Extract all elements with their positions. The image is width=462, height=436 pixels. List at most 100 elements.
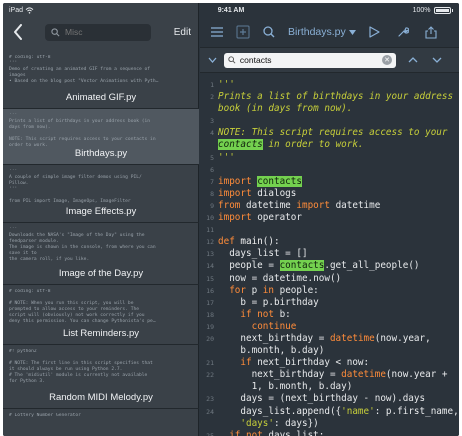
code-token: b: (279, 308, 291, 320)
find-input[interactable] (239, 55, 379, 65)
line-number: 20 (206, 334, 214, 343)
share-button[interactable] (420, 21, 442, 43)
line-number: 2 (210, 93, 214, 102)
code-text: people = contacts.get_all_people() (217, 260, 420, 272)
search-button[interactable] (258, 21, 280, 43)
line-number (200, 139, 217, 151)
find-bar: ✕ (200, 47, 459, 73)
code-text: import contacts (217, 175, 302, 188)
file-list-item[interactable]: # Lottery Number Generator (3, 409, 199, 436)
code-token: from (218, 199, 246, 211)
line-number: 15 (206, 274, 214, 283)
add-file-button[interactable] (232, 21, 254, 43)
code-line: 1, b.month, b.day) (200, 381, 459, 393)
file-search-box[interactable] (45, 23, 151, 41)
file-list-item[interactable]: ''' A couple of simple image filter demo… (3, 165, 199, 223)
file-list-item[interactable]: #! python2 # NOTE: The first line in thi… (3, 345, 199, 409)
code-token: (now.year, (374, 332, 431, 344)
code-text: book (in days from now). (217, 103, 352, 115)
line-number: 9 (210, 201, 214, 210)
code-text: ''' (217, 152, 235, 164)
code-line: 15 now = datetime.now() (200, 273, 459, 285)
code-line: 18 if not b: (200, 309, 459, 321)
code-text: if not days_list: (217, 430, 324, 436)
code-token: people: (279, 284, 319, 296)
code-token: next_birthday = (218, 332, 330, 344)
code-text: if not b: (217, 308, 291, 321)
line-number: 17 (206, 298, 214, 307)
file-preview-text: ''' A couple of simple image filter demo… (9, 169, 142, 204)
code-token: days_list.append({ (218, 405, 342, 417)
code-line: 24 days_list.append({'name': p.first_nam… (200, 406, 459, 418)
search-icon (228, 56, 236, 64)
code-token: book (in days from now). (218, 103, 353, 115)
file-preview-text: # coding: utf-8 # NOTE: When you run thi… (9, 289, 156, 324)
code-token: def (218, 236, 241, 248)
code-token: 'days' (240, 417, 274, 429)
code-token: : days}) (273, 417, 319, 429)
file-list-item[interactable]: # coding: utf-8 # NOTE: When you run thi… (3, 285, 199, 345)
tools-button[interactable] (392, 21, 414, 43)
status-bar: iPad 9:41 AM 100% (3, 3, 459, 17)
file-list-item[interactable]: ''' Prints a list of birthdays in your a… (3, 109, 199, 165)
code-line: 6 (200, 164, 459, 176)
menu-button[interactable] (206, 21, 228, 43)
code-token: import (218, 187, 258, 199)
code-line: 11 (200, 224, 459, 236)
file-list-item[interactable]: # coding: utf-8 ''' Demo of creating an … (3, 51, 199, 109)
code-text: for p in people: (217, 285, 319, 297)
code-line: b.month, b.day) (200, 345, 459, 357)
document-title[interactable]: Birthdays.py (288, 26, 356, 38)
share-icon (425, 25, 437, 39)
code-token: .get_all_people() (324, 260, 420, 272)
code-text: b = p.birthday (217, 297, 318, 309)
line-number: 18 (206, 310, 214, 319)
collapse-find-button[interactable] (206, 49, 218, 71)
chevron-up-icon[interactable] (408, 57, 418, 63)
run-button[interactable] (364, 21, 386, 43)
code-line: 13 days_list = [] (200, 248, 459, 260)
edit-button[interactable]: Edit (174, 27, 191, 38)
clear-icon[interactable]: ✕ (382, 55, 393, 65)
code-text: def main(): (217, 236, 280, 248)
code-line: 22 next_birthday = datetime(now.year + (200, 369, 459, 381)
code-token: datetime (341, 369, 386, 381)
status-right: 100% (413, 6, 453, 14)
add-file-icon (236, 25, 250, 39)
code-text: 'days': days}) (217, 417, 319, 430)
code-token: days_list: (268, 429, 325, 436)
code-token: for (229, 284, 252, 296)
code-token: (): (262, 236, 280, 248)
code-line: contacts in order to work. (200, 139, 459, 151)
file-search-input[interactable] (65, 27, 143, 37)
code-line: 14 people = contacts.get_all_people() (200, 260, 459, 272)
line-number: 7 (210, 177, 214, 186)
code-token: if not (229, 429, 269, 436)
code-token: continue (251, 320, 297, 332)
code-token: in (262, 284, 280, 296)
code-editor[interactable]: 1 ''' 2 Prints a list of birthdays in your … (200, 79, 459, 436)
line-number (200, 381, 217, 393)
file-preview-text: #! python2 # NOTE: The first line in thi… (9, 349, 153, 384)
chevron-down-icon (208, 57, 216, 63)
code-token: next_birthday = (218, 369, 342, 381)
file-browser-panel: Edit # coding: utf-8 ''' Demo of creatin… (3, 3, 199, 436)
find-field[interactable]: ✕ (224, 52, 396, 68)
wifi-icon (25, 6, 34, 14)
back-button[interactable] (9, 21, 27, 43)
code-token: (now.year + (385, 369, 448, 381)
line-number: 8 (210, 189, 214, 198)
code-token: dialogs (257, 187, 297, 199)
chevron-down-icon[interactable] (432, 57, 442, 63)
file-list-item[interactable]: ''' Downloads the NASA's "Image of the D… (3, 223, 199, 285)
code-token: import (218, 175, 258, 187)
code-text: days_list.append({'name': p.first_name, (217, 405, 458, 418)
code-line: 1 ''' (200, 79, 459, 91)
line-number: 16 (206, 286, 214, 295)
code-text: next_birthday = datetime(now.year, (217, 332, 431, 345)
code-text: days_list = [] (217, 248, 307, 260)
editor-panel: Birthdays.py ✕ (200, 3, 459, 436)
